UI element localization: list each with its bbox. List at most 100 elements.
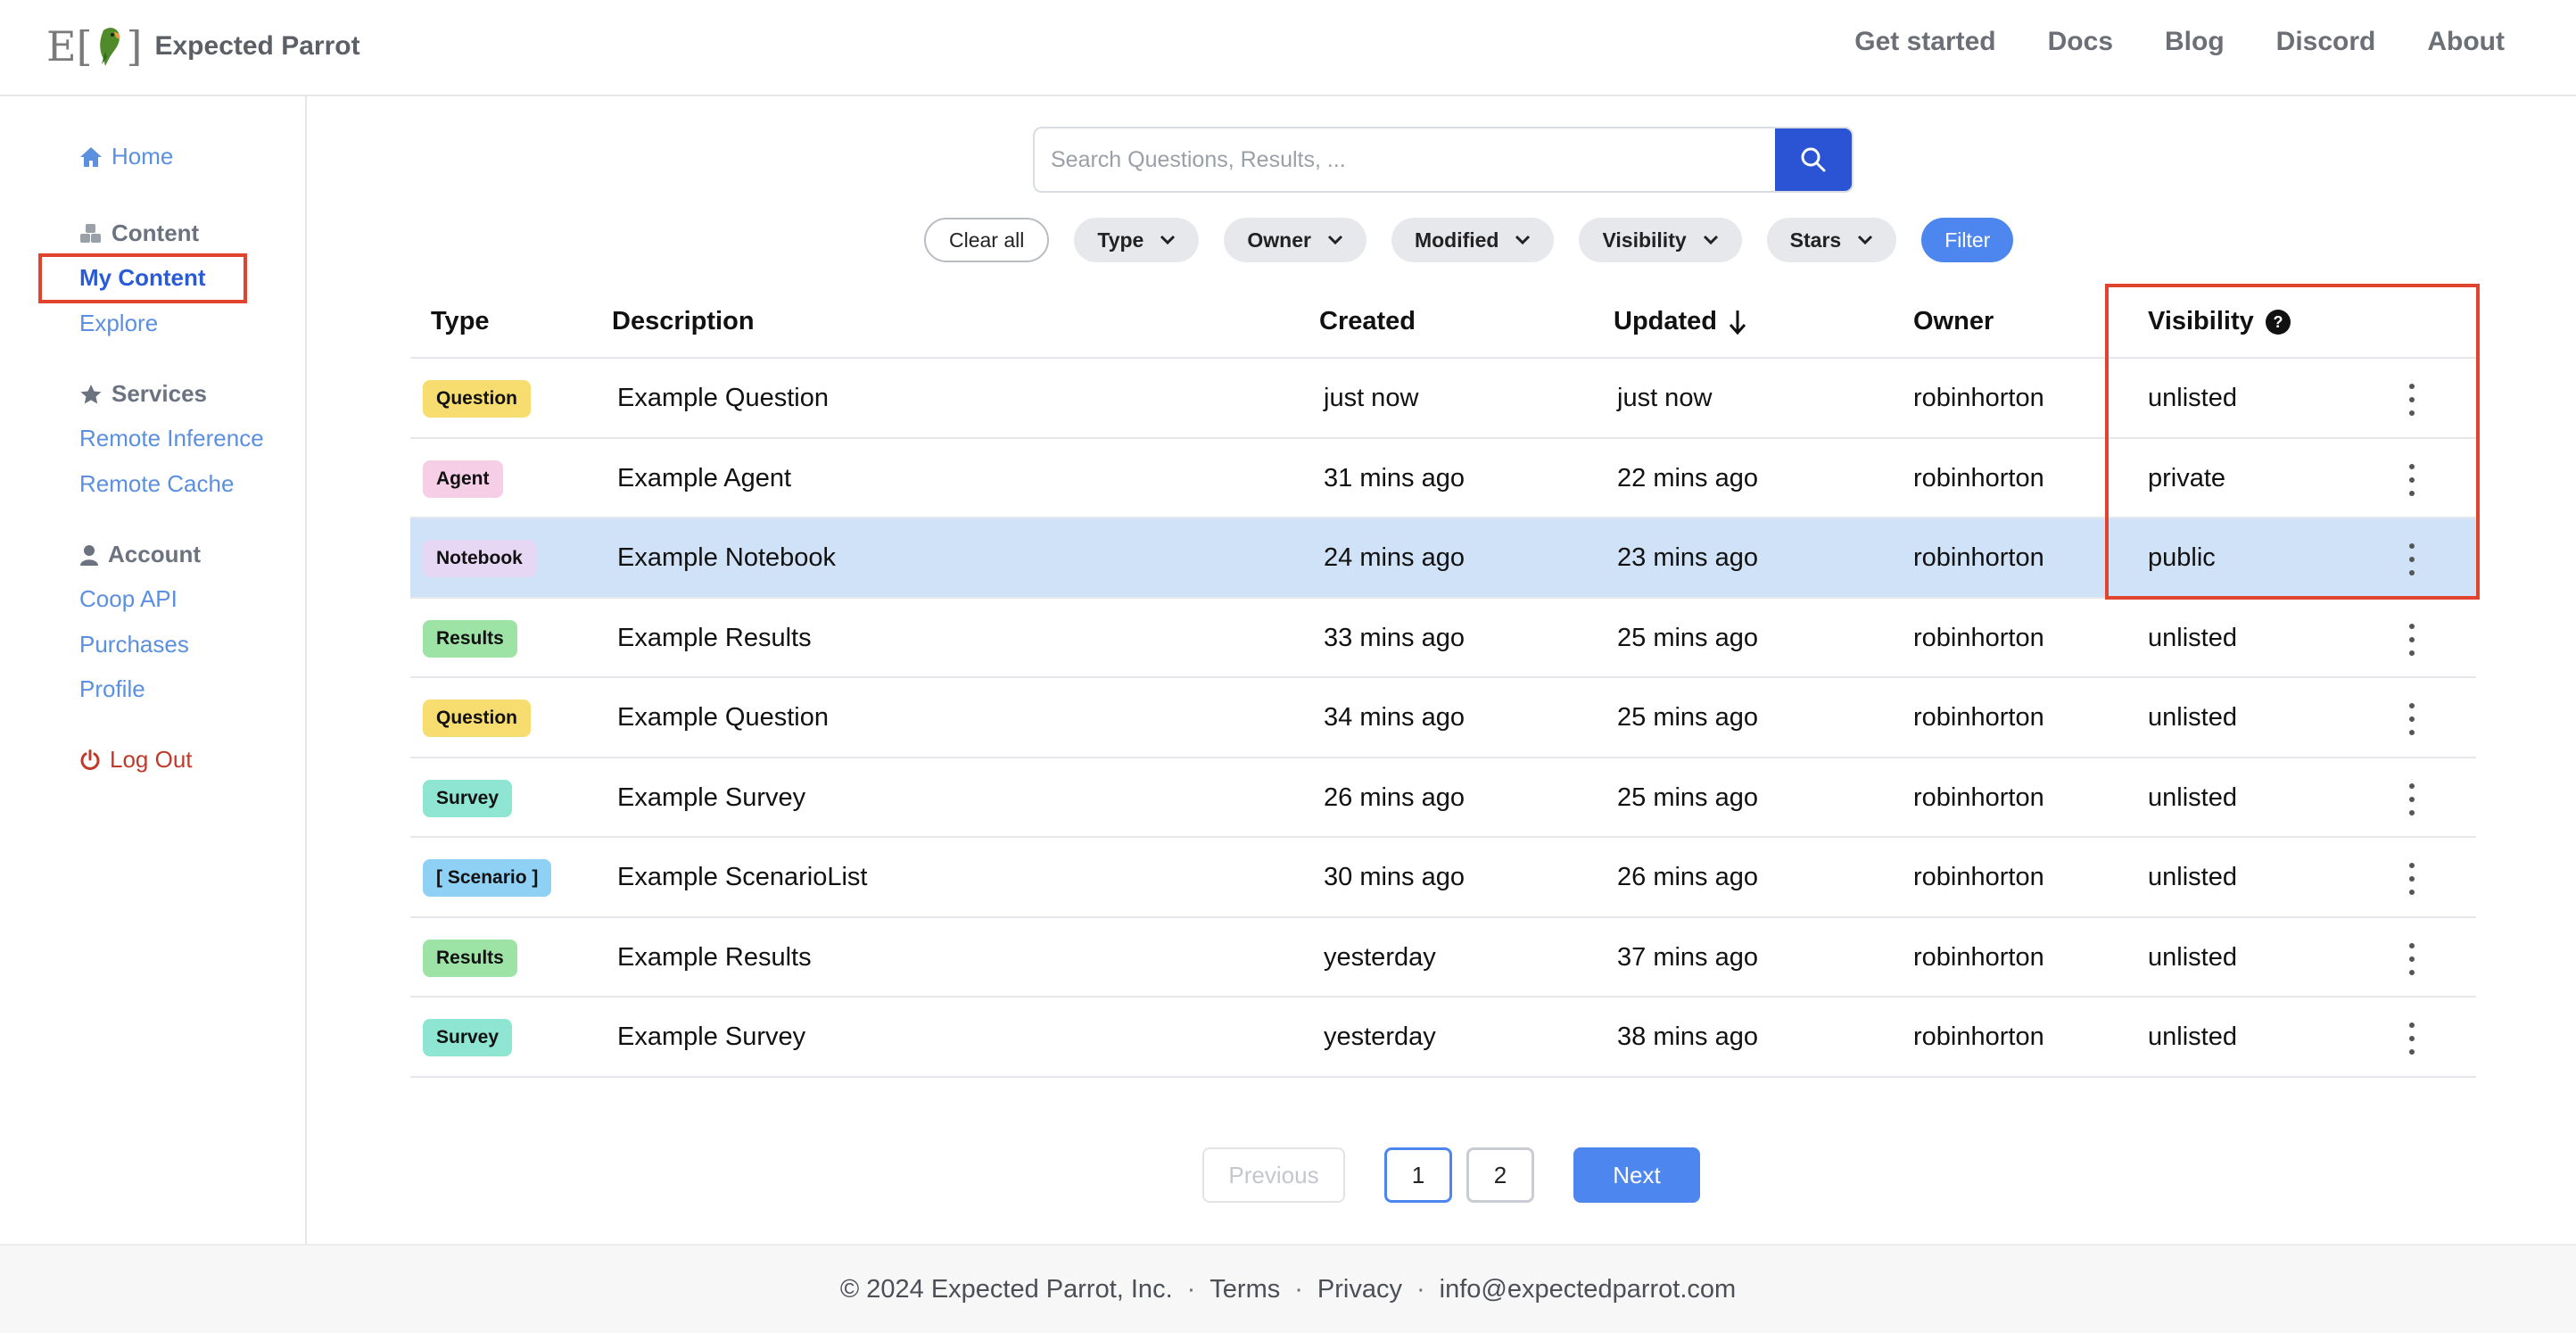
clear-all-button[interactable]: Clear all [924, 218, 1050, 262]
footer-link-terms[interactable]: Terms [1210, 1275, 1280, 1304]
more-options-icon[interactable] [2405, 782, 2419, 816]
table-row[interactable]: Survey Example Survey 26 mins ago 25 mins a… [410, 758, 2476, 838]
type-badge: Results [423, 939, 517, 977]
description-cell[interactable]: Example Results [617, 943, 812, 973]
type-badge: Survey [423, 1019, 513, 1056]
modified-filter-dropdown[interactable]: Modified [1391, 218, 1555, 262]
owner-cell: robinhorton [1913, 782, 2044, 812]
arrow-down-icon [1729, 310, 1746, 335]
more-options-icon[interactable] [2405, 1023, 2419, 1055]
sidebar-item-remote-inference[interactable]: Remote Inference [79, 425, 264, 452]
created-cell: 31 mins ago [1324, 463, 1465, 493]
power-icon [80, 749, 100, 770]
more-options-icon[interactable] [2405, 942, 2419, 975]
table-row[interactable]: [ Scenario ] Example ScenarioList 30 mins … [410, 838, 2476, 918]
stars-filter-dropdown[interactable]: Stars [1766, 218, 1897, 262]
filter-button-label: Filter [1944, 228, 1991, 252]
search-input[interactable] [1035, 128, 1775, 191]
sidebar-item-label: Profile [79, 675, 145, 702]
search-icon [1801, 147, 1826, 172]
column-header-owner[interactable]: Owner [1913, 307, 1994, 336]
filter-button[interactable]: Filter [1921, 218, 2014, 262]
sidebar-item-explore[interactable]: Explore [79, 310, 158, 337]
table-row[interactable]: Survey Example Survey yesterday 38 mins ago… [410, 998, 2476, 1078]
page-button-2[interactable]: 2 [1466, 1147, 1534, 1203]
updated-cell: 37 mins ago [1617, 942, 1758, 972]
page-numbers: 1 2 [1384, 1147, 1534, 1203]
pagination: Previous 1 2 Next [1202, 1147, 1700, 1203]
type-badge: Notebook [423, 540, 536, 577]
more-options-icon[interactable] [2405, 863, 2419, 895]
logo-bracket-left: E[ [46, 22, 93, 70]
sidebar-item-remote-cache[interactable]: Remote Cache [79, 470, 234, 498]
description-cell[interactable]: Example Survey [617, 783, 805, 813]
sidebar-item-label: Purchases [79, 631, 189, 658]
chevron-down-icon [1160, 235, 1176, 245]
sidebar-item-label: Coop API [79, 585, 178, 612]
previous-page-button[interactable]: Previous [1202, 1147, 1345, 1203]
nav-blog[interactable]: Blog [2165, 27, 2225, 57]
sidebar-item-label: Remote Inference [79, 425, 264, 451]
sidebar-item-purchases[interactable]: Purchases [79, 631, 189, 658]
sidebar-item-home[interactable]: Home [79, 143, 173, 170]
description-cell[interactable]: Example Agent [617, 464, 791, 493]
sidebar-section-content: Content [79, 219, 199, 247]
top-nav-links: Get started Docs Blog Discord About [1854, 27, 2505, 57]
description-cell[interactable]: Example Survey [617, 1023, 805, 1052]
nav-docs[interactable]: Docs [2048, 27, 2113, 57]
nav-get-started[interactable]: Get started [1854, 27, 1995, 57]
column-header-created[interactable]: Created [1319, 307, 1416, 336]
owner-cell: robinhorton [1913, 863, 2044, 891]
type-badge: Agent [423, 460, 503, 498]
nav-discord[interactable]: Discord [2276, 27, 2376, 57]
owner-cell: robinhorton [1913, 942, 2044, 972]
sidebar-item-logout[interactable]: Log Out [79, 746, 193, 774]
footer-separator: · [1186, 1274, 1196, 1304]
page-number-label: 1 [1411, 1161, 1425, 1188]
column-header-type[interactable]: Type [431, 307, 490, 336]
more-options-icon[interactable] [2405, 703, 2419, 735]
created-cell: just now [1324, 384, 1419, 412]
visibility-filter-dropdown[interactable]: Visibility [1579, 218, 1742, 262]
chevron-down-icon [1327, 235, 1342, 245]
owner-cell: robinhorton [1913, 543, 2044, 572]
sidebar-item-coop-api[interactable]: Coop API [79, 585, 178, 613]
owner-cell: robinhorton [1913, 703, 2044, 732]
sidebar-item-profile[interactable]: Profile [79, 675, 145, 703]
created-cell: 34 mins ago [1324, 703, 1465, 732]
nav-about[interactable]: About [2427, 27, 2505, 57]
description-cell[interactable]: Example Results [617, 624, 812, 653]
table-row[interactable]: Results Example Results 33 mins ago 25 mins… [410, 599, 2476, 678]
next-page-button[interactable]: Next [1573, 1147, 1700, 1203]
search-button[interactable] [1775, 128, 1852, 191]
previous-label: Previous [1228, 1161, 1319, 1188]
updated-cell: 38 mins ago [1617, 1023, 1758, 1051]
footer-link-email[interactable]: info@expectedparrot.com [1440, 1275, 1737, 1304]
table-row[interactable]: Question Example Question 34 mins ago 25 mi… [410, 678, 2476, 758]
sidebar-section-label: Account [108, 541, 201, 567]
cubes-icon [80, 223, 101, 243]
footer-separator: · [1294, 1274, 1303, 1304]
description-cell[interactable]: Example Question [617, 703, 829, 733]
owner-filter-dropdown[interactable]: Owner [1224, 218, 1366, 262]
highlight-box-my-content [38, 253, 247, 303]
column-header-description[interactable]: Description [612, 307, 755, 336]
stars-filter-label: Stars [1789, 228, 1842, 252]
description-cell[interactable]: Example Question [617, 384, 829, 413]
updated-cell: just now [1617, 384, 1713, 412]
table-row[interactable]: Results Example Results yesterday 37 mins a… [410, 918, 2476, 998]
type-filter-dropdown[interactable]: Type [1074, 218, 1200, 262]
more-options-icon[interactable] [2405, 623, 2419, 656]
sidebar-item-label: Remote Cache [79, 470, 235, 497]
visibility-cell: unlisted [2148, 623, 2237, 652]
description-cell[interactable]: Example ScenarioList [617, 863, 867, 892]
column-header-label: Type [431, 307, 490, 335]
updated-cell: 22 mins ago [1617, 463, 1758, 493]
column-header-updated[interactable]: Updated [1614, 307, 1747, 336]
page-button-1[interactable]: 1 [1384, 1147, 1452, 1203]
sidebar-item-label: Home [111, 143, 174, 170]
description-cell[interactable]: Example Notebook [617, 543, 836, 573]
footer-link-privacy[interactable]: Privacy [1317, 1275, 1402, 1304]
brand-logo-link[interactable]: E[ ] Expected Parrot [46, 20, 360, 73]
updated-cell: 25 mins ago [1617, 703, 1758, 732]
